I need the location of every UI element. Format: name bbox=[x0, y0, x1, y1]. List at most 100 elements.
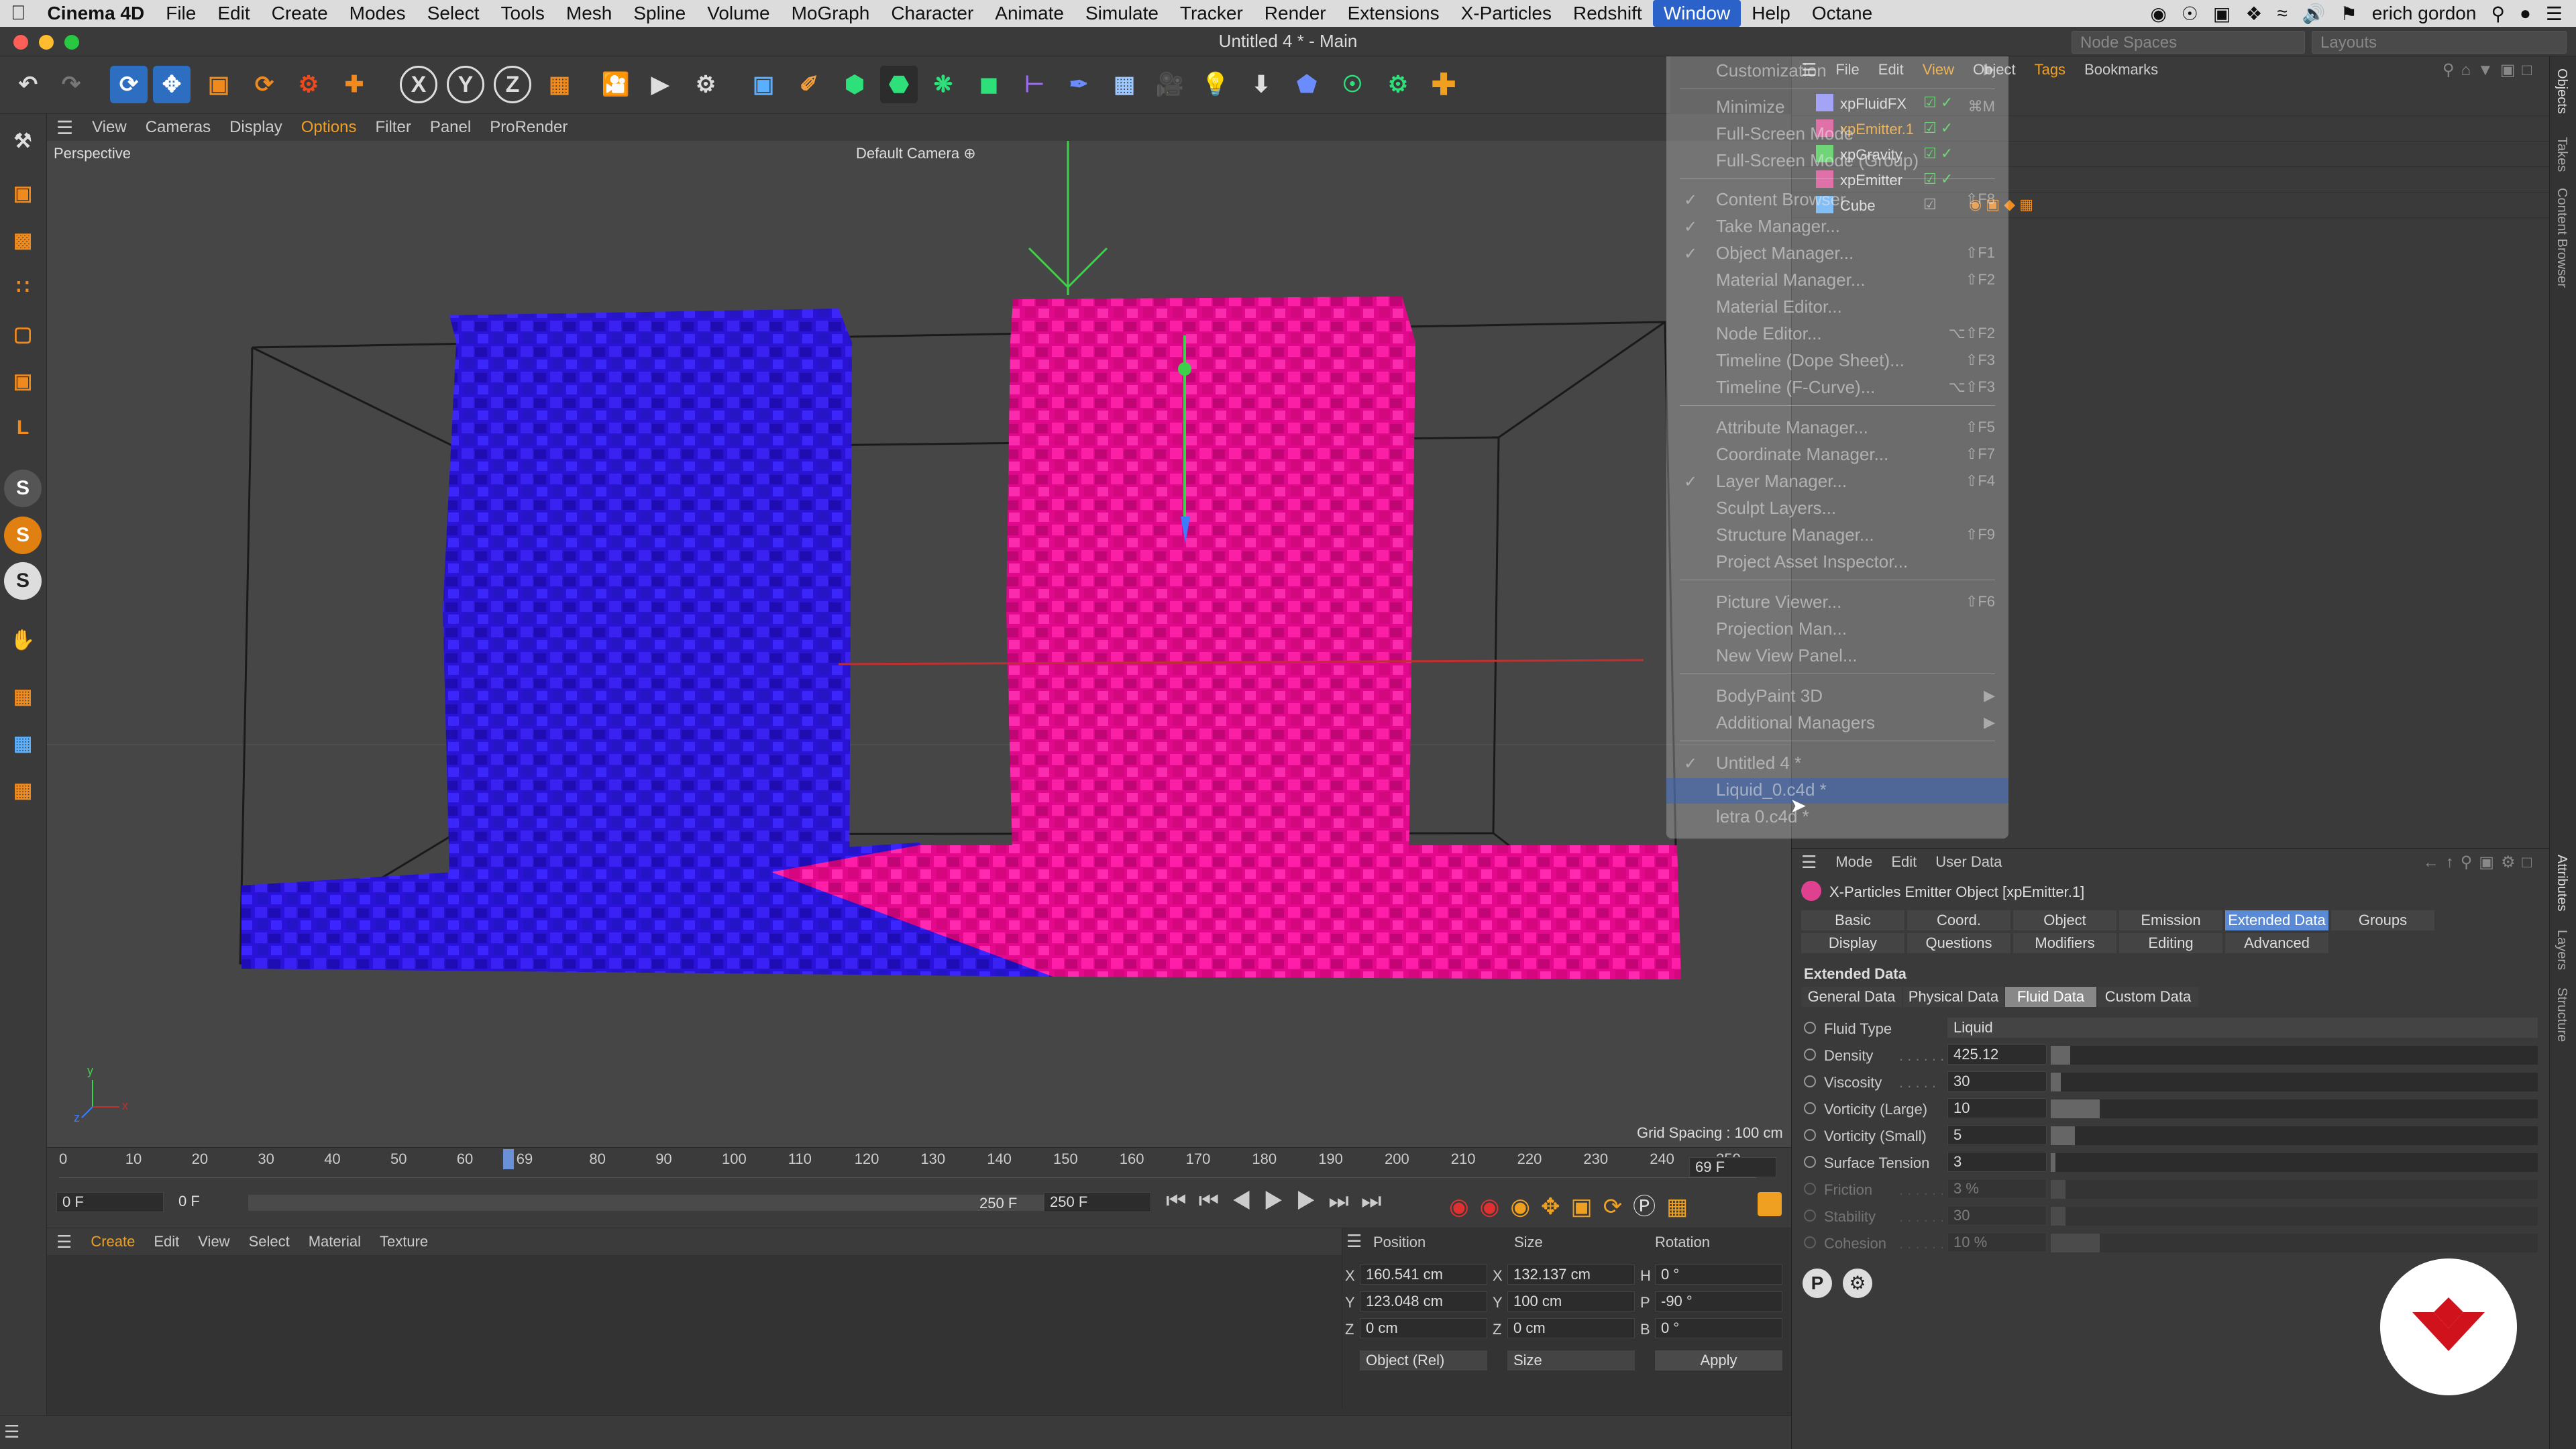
fluid-type-dropdown[interactable]: Liquid bbox=[1947, 1018, 2538, 1038]
window-menu-material-manager[interactable]: Material Manager... bbox=[1716, 270, 1866, 290]
previous-frame-icon[interactable]: ◀ bbox=[1231, 1188, 1263, 1214]
material-menu-material[interactable]: Material bbox=[299, 1233, 370, 1250]
light-icon[interactable]: 💡 bbox=[1197, 66, 1234, 103]
param-slider[interactable] bbox=[2051, 1099, 2538, 1118]
material-menu-edit[interactable]: Edit bbox=[144, 1233, 189, 1250]
window-menu-material-editor[interactable]: Material Editor... bbox=[1716, 297, 1842, 317]
menu-help[interactable]: Help bbox=[1741, 3, 1801, 24]
playhead[interactable] bbox=[503, 1149, 514, 1169]
render-settings-icon[interactable]: ⚙ bbox=[687, 66, 724, 103]
node-spaces-dropdown[interactable]: Node Spaces bbox=[2072, 31, 2305, 54]
param-value-field[interactable]: 30 bbox=[1947, 1071, 2047, 1091]
make-editable-icon[interactable]: ⚒ bbox=[4, 122, 42, 160]
tab-emission[interactable]: Emission bbox=[2119, 910, 2222, 930]
window-menu-content-browser[interactable]: Content Browser... bbox=[1716, 189, 1860, 210]
scale-tool-icon[interactable]: ▣ bbox=[200, 66, 237, 103]
viewport-hamburger-icon[interactable]: ☰ bbox=[47, 117, 83, 139]
size-y-field[interactable]: 100 cm bbox=[1507, 1291, 1635, 1311]
creative-cloud-icon[interactable]: ☉ bbox=[2182, 3, 2198, 25]
subdivision-icon[interactable]: ⬢ bbox=[836, 66, 873, 103]
pos-y-field[interactable]: 123.048 cm bbox=[1360, 1291, 1487, 1311]
axis-mode-icon[interactable]: L bbox=[4, 409, 42, 447]
recent-tools-icon[interactable]: ⚙ bbox=[290, 66, 327, 103]
menu-octane[interactable]: Octane bbox=[1801, 3, 1883, 24]
animate-dot-icon[interactable] bbox=[1804, 1156, 1816, 1168]
key-rotation-icon[interactable]: ⟳ bbox=[1603, 1194, 1633, 1220]
back-arrow-icon[interactable]: ← bbox=[2423, 853, 2446, 871]
spotlight-search-icon[interactable]: ⚲ bbox=[2491, 3, 2505, 25]
preview-range-bar[interactable] bbox=[248, 1195, 1071, 1211]
viewport-menu-options[interactable]: Options bbox=[292, 118, 366, 137]
xp-emitter-icon[interactable]: ⬇ bbox=[1242, 66, 1280, 103]
window-menu-structure-manager[interactable]: Structure Manager... bbox=[1716, 525, 1874, 545]
range-start-field[interactable]: 0 F bbox=[173, 1192, 254, 1212]
tab-editing[interactable]: Editing bbox=[2119, 933, 2222, 953]
tab-modifiers[interactable]: Modifiers bbox=[2013, 933, 2116, 953]
window-menu-customization[interactable]: Customization bbox=[1716, 60, 1827, 81]
animate-dot-icon[interactable] bbox=[1804, 1129, 1816, 1141]
side-tab-objects[interactable]: Objects bbox=[2554, 68, 2569, 114]
menu-tracker[interactable]: Tracker bbox=[1169, 3, 1254, 24]
menu-render[interactable]: Render bbox=[1254, 3, 1337, 24]
window-menu-coordinate-manager[interactable]: Coordinate Manager... bbox=[1716, 444, 1888, 465]
object-maximize-icon[interactable]: □ bbox=[2522, 61, 2539, 79]
render-view-icon[interactable]: ▶ bbox=[641, 66, 679, 103]
side-tab-layers[interactable]: Layers bbox=[2554, 930, 2569, 970]
param-slider[interactable] bbox=[2051, 1126, 2538, 1145]
param-slider[interactable] bbox=[2051, 1234, 2538, 1252]
material-menu-select[interactable]: Select bbox=[239, 1233, 299, 1250]
menu-redshift[interactable]: Redshift bbox=[1562, 3, 1653, 24]
key-scale-icon[interactable]: ▣ bbox=[1571, 1194, 1603, 1220]
window-menu-timeline-dope[interactable]: Timeline (Dope Sheet)... bbox=[1716, 350, 1904, 371]
menubar-user[interactable]: erich gordon bbox=[2372, 3, 2477, 24]
node-icon[interactable]: ⚙ bbox=[1843, 1269, 1872, 1298]
cloner-icon[interactable]: ❋ bbox=[924, 66, 962, 103]
render-region-icon[interactable]: 🎦 bbox=[597, 66, 635, 103]
previous-key-icon[interactable]: ⏮ bbox=[1199, 1188, 1232, 1214]
xp-pentagon-icon[interactable]: ⬟ bbox=[1288, 66, 1326, 103]
y-axis-lock-icon[interactable]: Y bbox=[447, 66, 484, 103]
menu-volume[interactable]: Volume bbox=[696, 3, 780, 24]
object-search-icon[interactable]: ⚲ bbox=[2443, 61, 2461, 79]
menu-character[interactable]: Character bbox=[880, 3, 984, 24]
locked-workplane-icon[interactable]: ▦ bbox=[4, 724, 42, 762]
param-value-field[interactable]: 10 bbox=[1947, 1098, 2047, 1118]
next-key-icon[interactable]: ⏭ bbox=[1328, 1188, 1361, 1214]
tab-advanced[interactable]: Advanced bbox=[2225, 933, 2328, 953]
workplane-snap-icon[interactable]: S bbox=[4, 562, 42, 600]
python-icon[interactable]: P bbox=[1803, 1269, 1832, 1298]
menu-simulate[interactable]: Simulate bbox=[1075, 3, 1169, 24]
object-menu-tags[interactable]: Tags bbox=[2025, 61, 2075, 78]
model-mode-icon[interactable]: ▣ bbox=[4, 174, 42, 212]
pen-tool-icon[interactable]: ✐ bbox=[790, 66, 828, 103]
redo-icon[interactable]: ↷ bbox=[52, 66, 90, 103]
key-position-icon[interactable]: ✥ bbox=[1541, 1194, 1571, 1220]
add-tool-icon[interactable]: ✚ bbox=[335, 66, 373, 103]
window-menu-picture-viewer[interactable]: Picture Viewer... bbox=[1716, 592, 1841, 612]
live-selection-icon[interactable]: ⟳ bbox=[110, 66, 148, 103]
autokey-icon[interactable]: ◉ bbox=[1480, 1194, 1511, 1220]
pos-z-field[interactable]: 0 cm bbox=[1360, 1318, 1487, 1338]
param-slider[interactable] bbox=[2051, 1046, 2538, 1065]
object-home-icon[interactable]: ⌂ bbox=[2461, 61, 2478, 79]
material-menu-texture[interactable]: Texture bbox=[370, 1233, 437, 1250]
move-tool-icon[interactable]: ✥ bbox=[153, 66, 191, 103]
attribute-search-icon[interactable]: ⚲ bbox=[2461, 853, 2479, 871]
window-menu-projection-man[interactable]: Projection Man... bbox=[1716, 619, 1847, 639]
xp-green-circle-icon[interactable]: ☉ bbox=[1334, 66, 1371, 103]
menu-mesh[interactable]: Mesh bbox=[555, 3, 623, 24]
window-menu-fullscreen[interactable]: Full-Screen Mode bbox=[1716, 123, 1854, 144]
window-menu-attribute-manager[interactable]: Attribute Manager... bbox=[1716, 417, 1868, 438]
x-axis-lock-icon[interactable]: X bbox=[400, 66, 437, 103]
viewport-camera-label[interactable]: Default Camera ⊕ bbox=[856, 145, 976, 162]
animate-dot-icon[interactable] bbox=[1804, 1022, 1816, 1034]
window-menu-project-asset-inspector[interactable]: Project Asset Inspector... bbox=[1716, 551, 1908, 572]
record-icon[interactable]: ◉ bbox=[2150, 3, 2166, 25]
timeline-ruler[interactable]: 0 10 20 30 40 50 60 69 80 90 100 110 120 130 140 150 160… bbox=[59, 1150, 1756, 1178]
subtab-fluid-data[interactable]: Fluid Data bbox=[2005, 987, 2096, 1007]
next-frame-icon[interactable]: ▶ bbox=[1296, 1188, 1328, 1214]
snap-settings-icon[interactable]: S bbox=[4, 517, 42, 554]
perspective-viewport[interactable]: Perspective Default Camera ⊕ Grid Spacin… bbox=[47, 141, 1791, 1147]
material-hamburger-icon[interactable]: ☰ bbox=[47, 1232, 81, 1252]
undo-icon[interactable]: ↶ bbox=[9, 66, 47, 103]
